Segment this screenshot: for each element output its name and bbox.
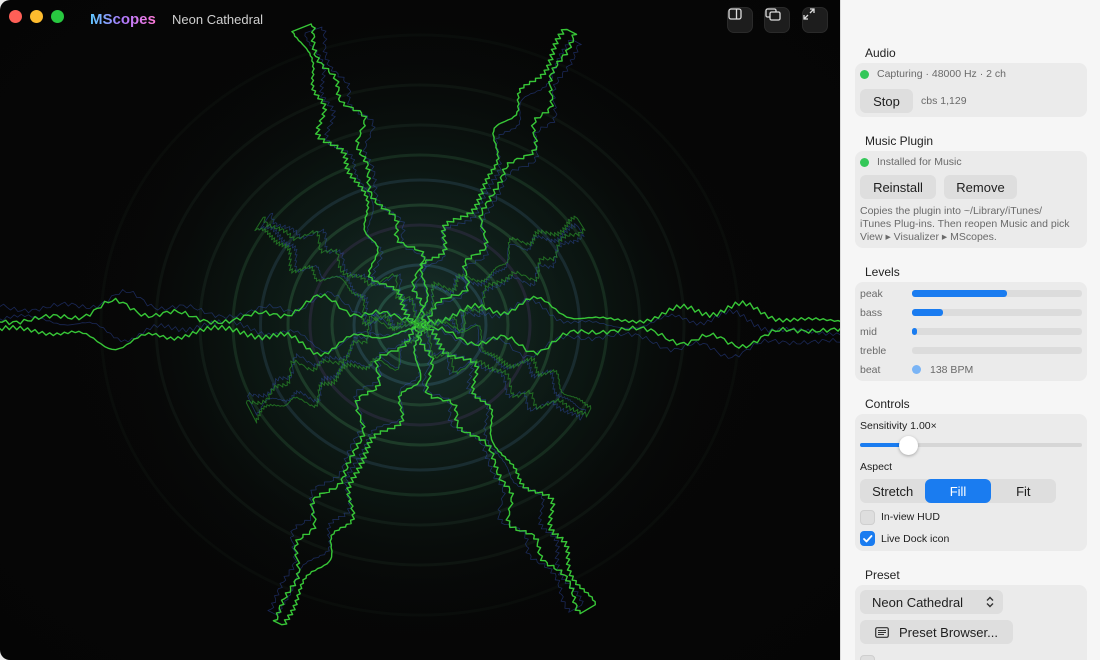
level-label-bass: bass — [860, 307, 883, 319]
visualizer-view[interactable]: MScopes Neon Cathedral — [0, 0, 840, 660]
preset-popup-value: Neon Cathedral — [872, 594, 964, 610]
close-window-button[interactable] — [9, 10, 22, 23]
aspect-stretch[interactable]: Stretch — [860, 479, 925, 503]
aspect-fill[interactable]: Fill — [925, 479, 991, 503]
audio-status-dot — [860, 70, 869, 79]
minimize-window-button[interactable] — [30, 10, 43, 23]
aspect-label: Aspect — [860, 461, 893, 473]
controls-heading: Controls — [865, 397, 910, 411]
level-fill-mid — [912, 328, 918, 335]
updown-chevron-icon — [986, 596, 994, 608]
plugin-help-text: Copies the plugin into ~/Library/iTunes/… — [860, 205, 1070, 243]
window-controls — [9, 10, 64, 23]
aspect-segmented-control: Stretch Fill Fit — [860, 479, 1056, 503]
plugin-status-text: Installed for Music — [877, 156, 962, 168]
app-title: MScopes — [90, 11, 156, 28]
level-fill-peak — [912, 290, 1008, 297]
toggle-sidebar-button[interactable] — [727, 7, 753, 33]
preset-browser-label: Preset Browser... — [899, 624, 998, 640]
audio-card: Capturing · 48000 Hz · 2 ch Stop cbs 1,1… — [855, 63, 1087, 117]
levels-card: peak bass mid treble beat 138 BPM — [855, 282, 1087, 381]
stop-button[interactable]: Stop — [860, 89, 913, 113]
checkmark-icon — [863, 535, 873, 543]
level-meter-peak — [912, 290, 1082, 297]
level-meter-bass — [912, 309, 1082, 316]
pip-window-button[interactable] — [764, 7, 790, 33]
level-fill-bass — [912, 309, 943, 316]
list-icon — [875, 626, 889, 638]
live-dock-icon-label: Live Dock icon — [881, 533, 950, 545]
levels-heading: Levels — [865, 265, 900, 279]
preset-option-checkbox[interactable] — [860, 655, 875, 660]
zoom-window-button[interactable] — [51, 10, 64, 23]
aspect-fit[interactable]: Fit — [991, 479, 1056, 503]
window-preset-title: Neon Cathedral — [172, 12, 264, 27]
sensitivity-knob[interactable] — [899, 436, 919, 455]
reinstall-button[interactable]: Reinstall — [860, 175, 936, 199]
inspector-sidebar: Audio Capturing · 48000 Hz · 2 ch Stop c… — [840, 0, 1100, 660]
in-view-hud-label: In-view HUD — [881, 511, 940, 523]
bpm-readout: 138 BPM — [930, 364, 974, 376]
level-label-mid: mid — [860, 326, 877, 338]
level-meter-mid — [912, 328, 1082, 335]
controls-card: Sensitivity 1.00× Aspect Stretch Fill Fi… — [855, 414, 1087, 551]
sensitivity-label: Sensitivity 1.00× — [860, 420, 937, 432]
live-dock-icon-checkbox[interactable] — [860, 531, 875, 546]
level-label-peak: peak — [860, 288, 883, 300]
music-plugin-card: Installed for Music Reinstall Remove Cop… — [855, 151, 1087, 248]
audio-status-text: Capturing · 48000 Hz · 2 ch — [877, 68, 1006, 80]
preset-heading: Preset — [865, 568, 900, 582]
preset-card: Neon Cathedral Preset Browser... — [855, 585, 1087, 660]
beat-label: beat — [860, 364, 881, 376]
visualizer-canvas — [0, 0, 840, 655]
in-view-hud-checkbox[interactable] — [860, 510, 875, 525]
beat-indicator — [912, 365, 921, 374]
level-label-treble: treble — [860, 345, 887, 357]
callback-count: cbs 1,129 — [921, 95, 967, 107]
windows-icon — [765, 8, 781, 21]
sensitivity-slider[interactable] — [860, 436, 1082, 455]
expand-icon — [803, 8, 815, 20]
fullscreen-button[interactable] — [802, 7, 828, 33]
remove-button[interactable]: Remove — [944, 175, 1017, 199]
preset-popup[interactable]: Neon Cathedral — [860, 590, 1003, 614]
level-meter-treble — [912, 347, 1082, 354]
sidebar-icon — [728, 8, 742, 20]
preset-browser-button[interactable]: Preset Browser... — [860, 620, 1013, 644]
audio-heading: Audio — [865, 46, 896, 60]
plugin-status-dot — [860, 158, 869, 167]
music-plugin-heading: Music Plugin — [865, 134, 934, 148]
